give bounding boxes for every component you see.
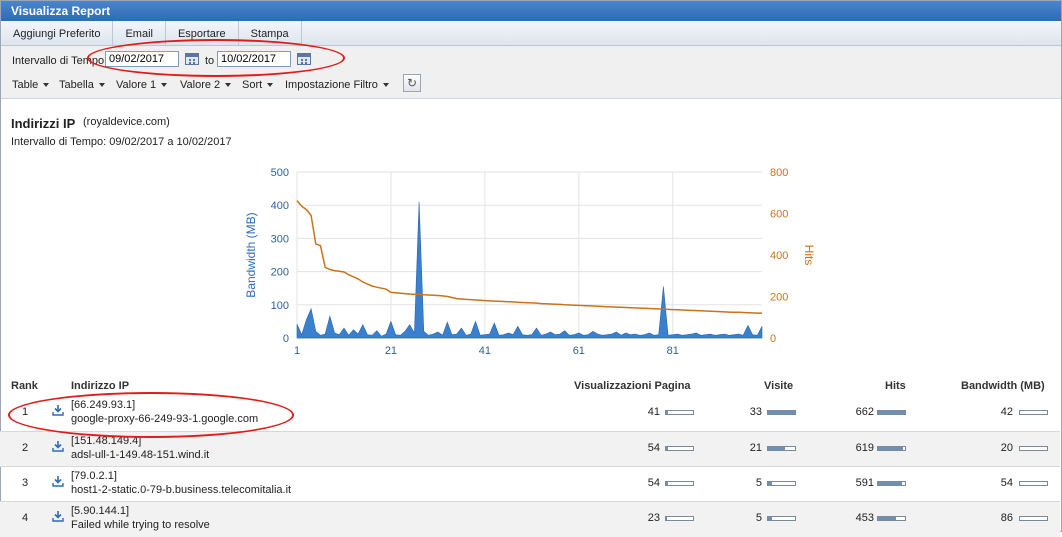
bandwidth-bar bbox=[1019, 410, 1048, 415]
col-rank-header[interactable]: Rank bbox=[11, 380, 38, 392]
row-rank: 2 bbox=[22, 442, 29, 454]
row-hits-value: 591 bbox=[855, 477, 874, 489]
row-pages-value: 23 bbox=[647, 512, 660, 524]
visits-bar bbox=[767, 516, 796, 521]
y-tick-label: 100 bbox=[271, 300, 289, 312]
x-tick-label: 21 bbox=[385, 345, 397, 357]
col-bandwidth-header[interactable]: Bandwidth (MB) bbox=[961, 380, 1045, 392]
row-hits-value: 453 bbox=[855, 512, 874, 524]
annotation-circle-date bbox=[87, 39, 345, 77]
annotation-circle-row bbox=[8, 392, 294, 438]
row-bandwidth-value: 54 bbox=[1000, 477, 1013, 489]
row-visits-value: 33 bbox=[749, 406, 762, 418]
y-tick-label: 300 bbox=[271, 233, 289, 245]
y2-tick-label: 0 bbox=[770, 333, 776, 345]
row-rank: 3 bbox=[22, 477, 29, 489]
row-bandwidth-value: 86 bbox=[1000, 512, 1013, 524]
row-hits-value: 662 bbox=[855, 406, 874, 418]
y2-tick-label: 200 bbox=[770, 292, 788, 304]
x-tick-label: 81 bbox=[667, 345, 679, 357]
row-hits-value: 619 bbox=[855, 442, 874, 454]
pages-bar bbox=[665, 410, 694, 415]
bandwidth-bar bbox=[1019, 446, 1048, 451]
col-pages-header[interactable]: Visualizzazioni Pagina bbox=[574, 380, 691, 392]
download-icon[interactable] bbox=[52, 510, 64, 522]
pages-bar bbox=[665, 481, 694, 486]
row-rank: 4 bbox=[22, 512, 29, 524]
y-tick-label: 0 bbox=[283, 333, 289, 345]
x-tick-label: 41 bbox=[479, 345, 491, 357]
row-pages-value: 41 bbox=[647, 406, 660, 418]
y-axis-title: Bandwidth (MB) bbox=[244, 212, 258, 297]
x-tick-label: 61 bbox=[573, 345, 585, 357]
hits-bar bbox=[877, 446, 906, 451]
y-tick-label: 500 bbox=[271, 167, 289, 179]
download-icon[interactable] bbox=[52, 440, 64, 452]
row-ip-address[interactable]: [5.90.144.1] bbox=[71, 505, 129, 517]
row-visits-value: 21 bbox=[749, 442, 762, 454]
row-visits-value: 5 bbox=[755, 512, 762, 524]
y2-tick-label: 800 bbox=[770, 167, 788, 179]
row-bandwidth-value: 42 bbox=[1000, 406, 1013, 418]
row-pages-value: 54 bbox=[647, 442, 660, 454]
bandwidth-bar bbox=[1019, 481, 1048, 486]
col-ip-header[interactable]: Indirizzo IP bbox=[71, 380, 129, 392]
y2-tick-label: 400 bbox=[770, 250, 788, 262]
pages-bar bbox=[665, 446, 694, 451]
hits-bar bbox=[877, 516, 906, 521]
bandwidth-bar bbox=[1019, 516, 1048, 521]
y-tick-label: 200 bbox=[271, 267, 289, 279]
row-ip-address[interactable]: [79.0.2.1] bbox=[71, 470, 117, 482]
visits-bar bbox=[767, 410, 796, 415]
pages-bar bbox=[665, 516, 694, 521]
row-hostname: adsl-ull-1-149.48-151.wind.it bbox=[71, 449, 210, 461]
y-tick-label: 400 bbox=[271, 200, 289, 212]
row-visits-value: 5 bbox=[755, 477, 762, 489]
table-row[interactable]: 3 [79.0.2.1] host1-2-static.0-79-b.busines… bbox=[0, 466, 1060, 502]
bandwidth-area-series bbox=[296, 201, 763, 339]
visits-bar bbox=[767, 481, 796, 486]
hits-line-series bbox=[296, 200, 762, 314]
hits-bar bbox=[877, 410, 906, 415]
row-hostname: Failed while trying to resolve bbox=[71, 519, 210, 531]
visits-bar bbox=[767, 446, 796, 451]
col-visits-header[interactable]: Visite bbox=[764, 380, 793, 392]
row-hostname: host1-2-static.0-79-b.business.telecomit… bbox=[71, 484, 292, 496]
hits-bar bbox=[877, 481, 906, 486]
y2-axis-title: Hits bbox=[802, 245, 816, 266]
x-tick-label: 1 bbox=[294, 345, 300, 357]
y2-tick-label: 600 bbox=[770, 209, 788, 221]
row-pages-value: 54 bbox=[647, 477, 660, 489]
row-bandwidth-value: 20 bbox=[1000, 442, 1013, 454]
download-icon[interactable] bbox=[52, 475, 64, 487]
col-hits-header[interactable]: Hits bbox=[885, 380, 906, 392]
